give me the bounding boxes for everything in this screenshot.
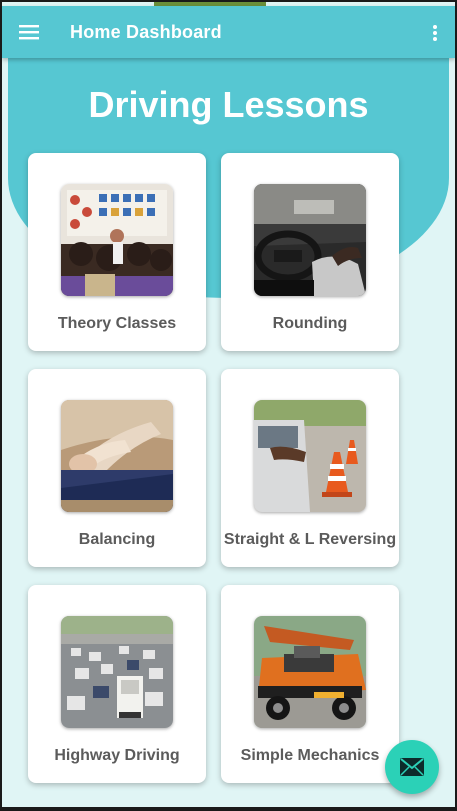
lesson-card-highway-driving[interactable]: Highway Driving: [28, 585, 206, 783]
lesson-card-balancing[interactable]: Balancing: [28, 369, 206, 567]
highway-traffic-photo: [61, 616, 173, 728]
more-vert-icon[interactable]: [425, 20, 445, 46]
lesson-card-simple-mechanics[interactable]: Simple Mechanics: [221, 585, 399, 783]
app-bar: Home Dashboard: [2, 6, 455, 58]
lesson-card-label: Rounding: [272, 315, 348, 332]
lesson-card-straight-l-reversing[interactable]: Straight & L Reversing: [221, 369, 399, 567]
lesson-card-label: Theory Classes: [57, 315, 177, 332]
lesson-card-label: Highway Driving: [54, 747, 180, 764]
lesson-card-rounding[interactable]: Rounding: [221, 153, 399, 351]
hamburger-menu-icon[interactable]: [16, 19, 42, 45]
lesson-card-label: Balancing: [78, 531, 156, 548]
bottom-edge: [2, 797, 455, 807]
steering-wheel-photo: [254, 184, 366, 296]
lesson-card-theory-classes[interactable]: Theory Classes: [28, 153, 206, 351]
lesson-card-label: Straight & L Reversing: [223, 531, 397, 548]
page-title: Driving Lessons: [88, 84, 369, 125]
car-engine-photo: [254, 616, 366, 728]
app-screen: Home Dashboard Driving Lessons Theory Cl…: [2, 2, 455, 807]
lesson-card-label: Simple Mechanics: [240, 747, 380, 764]
handbrake-photo: [61, 400, 173, 512]
traffic-cones-photo: [254, 400, 366, 512]
mail-fab-button[interactable]: [385, 740, 439, 794]
app-bar-title: Home Dashboard: [70, 21, 222, 42]
mail-icon: [400, 758, 424, 776]
classroom-photo: [61, 184, 173, 296]
